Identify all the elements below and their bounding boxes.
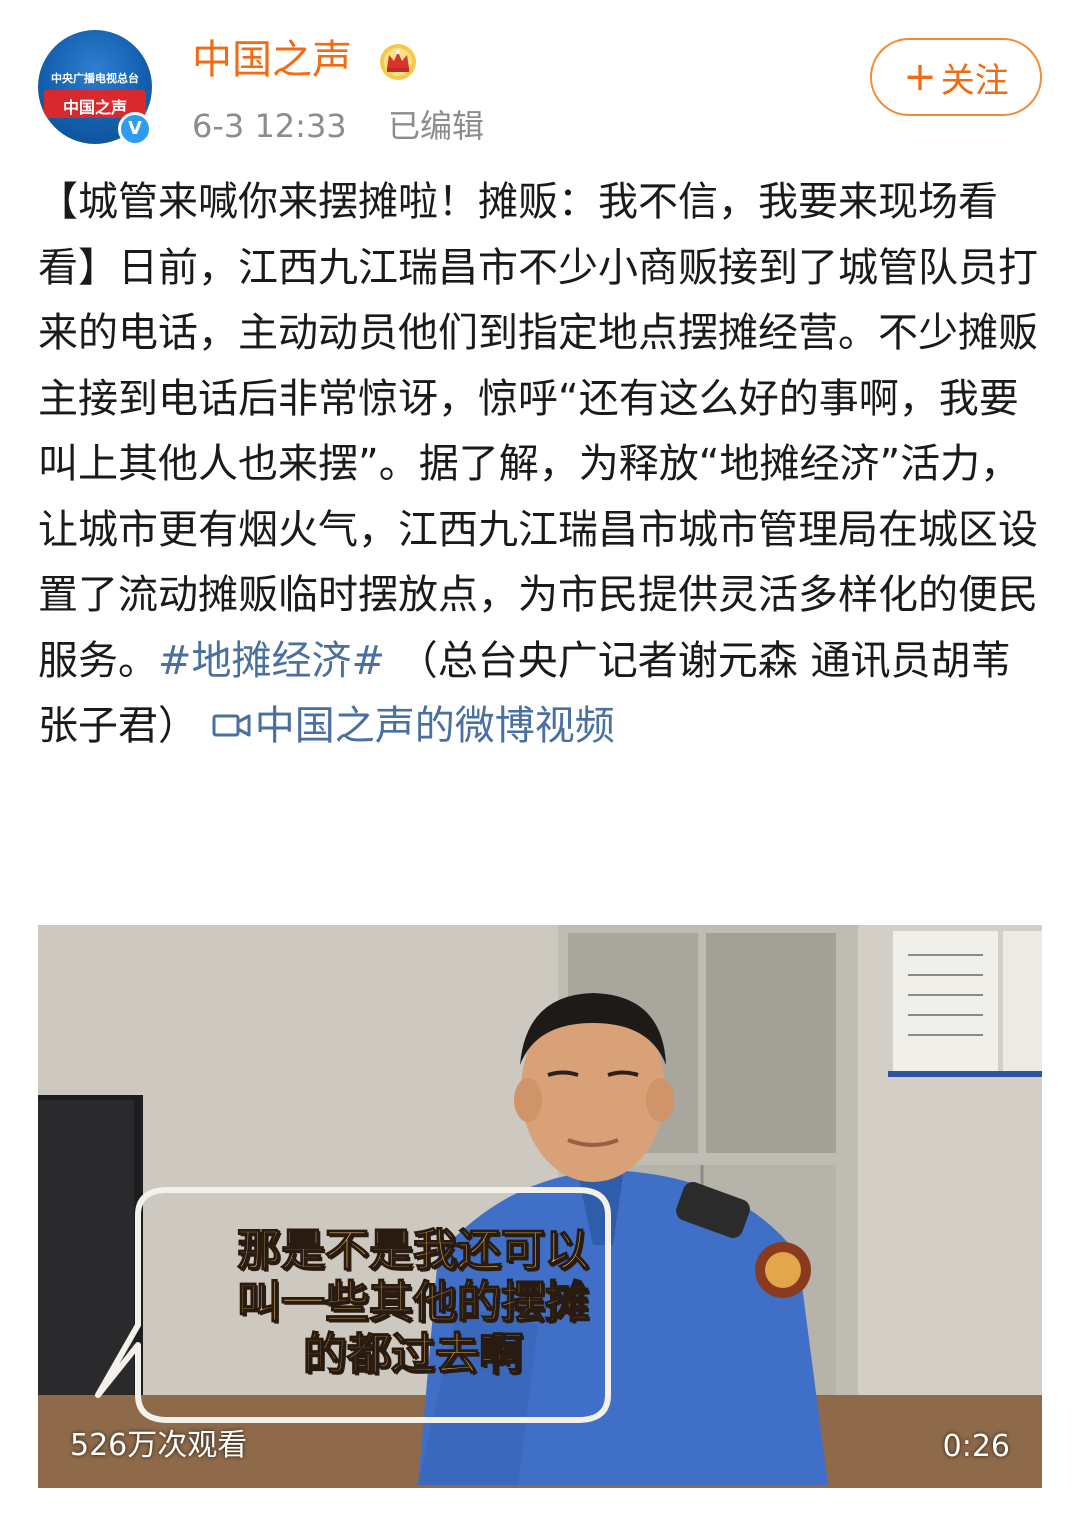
hashtag-link[interactable]: #地摊经济#	[158, 638, 385, 684]
verified-badge-icon: V	[118, 112, 152, 146]
video-subtitle: 那是不是我还可以 叫一些其他的摆摊 的都过去啊	[236, 1224, 590, 1381]
username[interactable]: 中国之声	[192, 34, 352, 86]
video-camera-icon	[212, 714, 251, 737]
edited-label[interactable]: 已编辑	[388, 106, 484, 146]
post-timestamp: 6-3 12:33	[192, 107, 347, 145]
video-link-label: 中国之声的微博视频	[254, 703, 615, 749]
video-frame-image	[38, 925, 1042, 1488]
follow-button-label: 关注	[940, 60, 1009, 101]
crown-icon	[380, 44, 416, 80]
post-text: 【城管来喊你来摆摊啦！摊贩：我不信，我要来现场看看】日前，江西九江瑞昌市不少小商…	[38, 179, 1038, 684]
video-view-count: 526万次观看	[70, 1428, 248, 1463]
avatar-top-text: 中央广播电视总台	[51, 72, 139, 85]
video-link[interactable]: 中国之声的微博视频	[211, 703, 615, 749]
follow-button[interactable]: + 关注	[870, 38, 1042, 116]
plus-icon: +	[903, 54, 937, 100]
video-duration: 0:26	[942, 1429, 1010, 1464]
video-player[interactable]: 那是不是我还可以 叫一些其他的摆摊 的都过去啊 526万次观看 0:26	[38, 925, 1042, 1488]
post-body: 【城管来喊你来摆摊啦！摊贩：我不信，我要来现场看看】日前，江西九江瑞昌市不少小商…	[38, 170, 1038, 760]
